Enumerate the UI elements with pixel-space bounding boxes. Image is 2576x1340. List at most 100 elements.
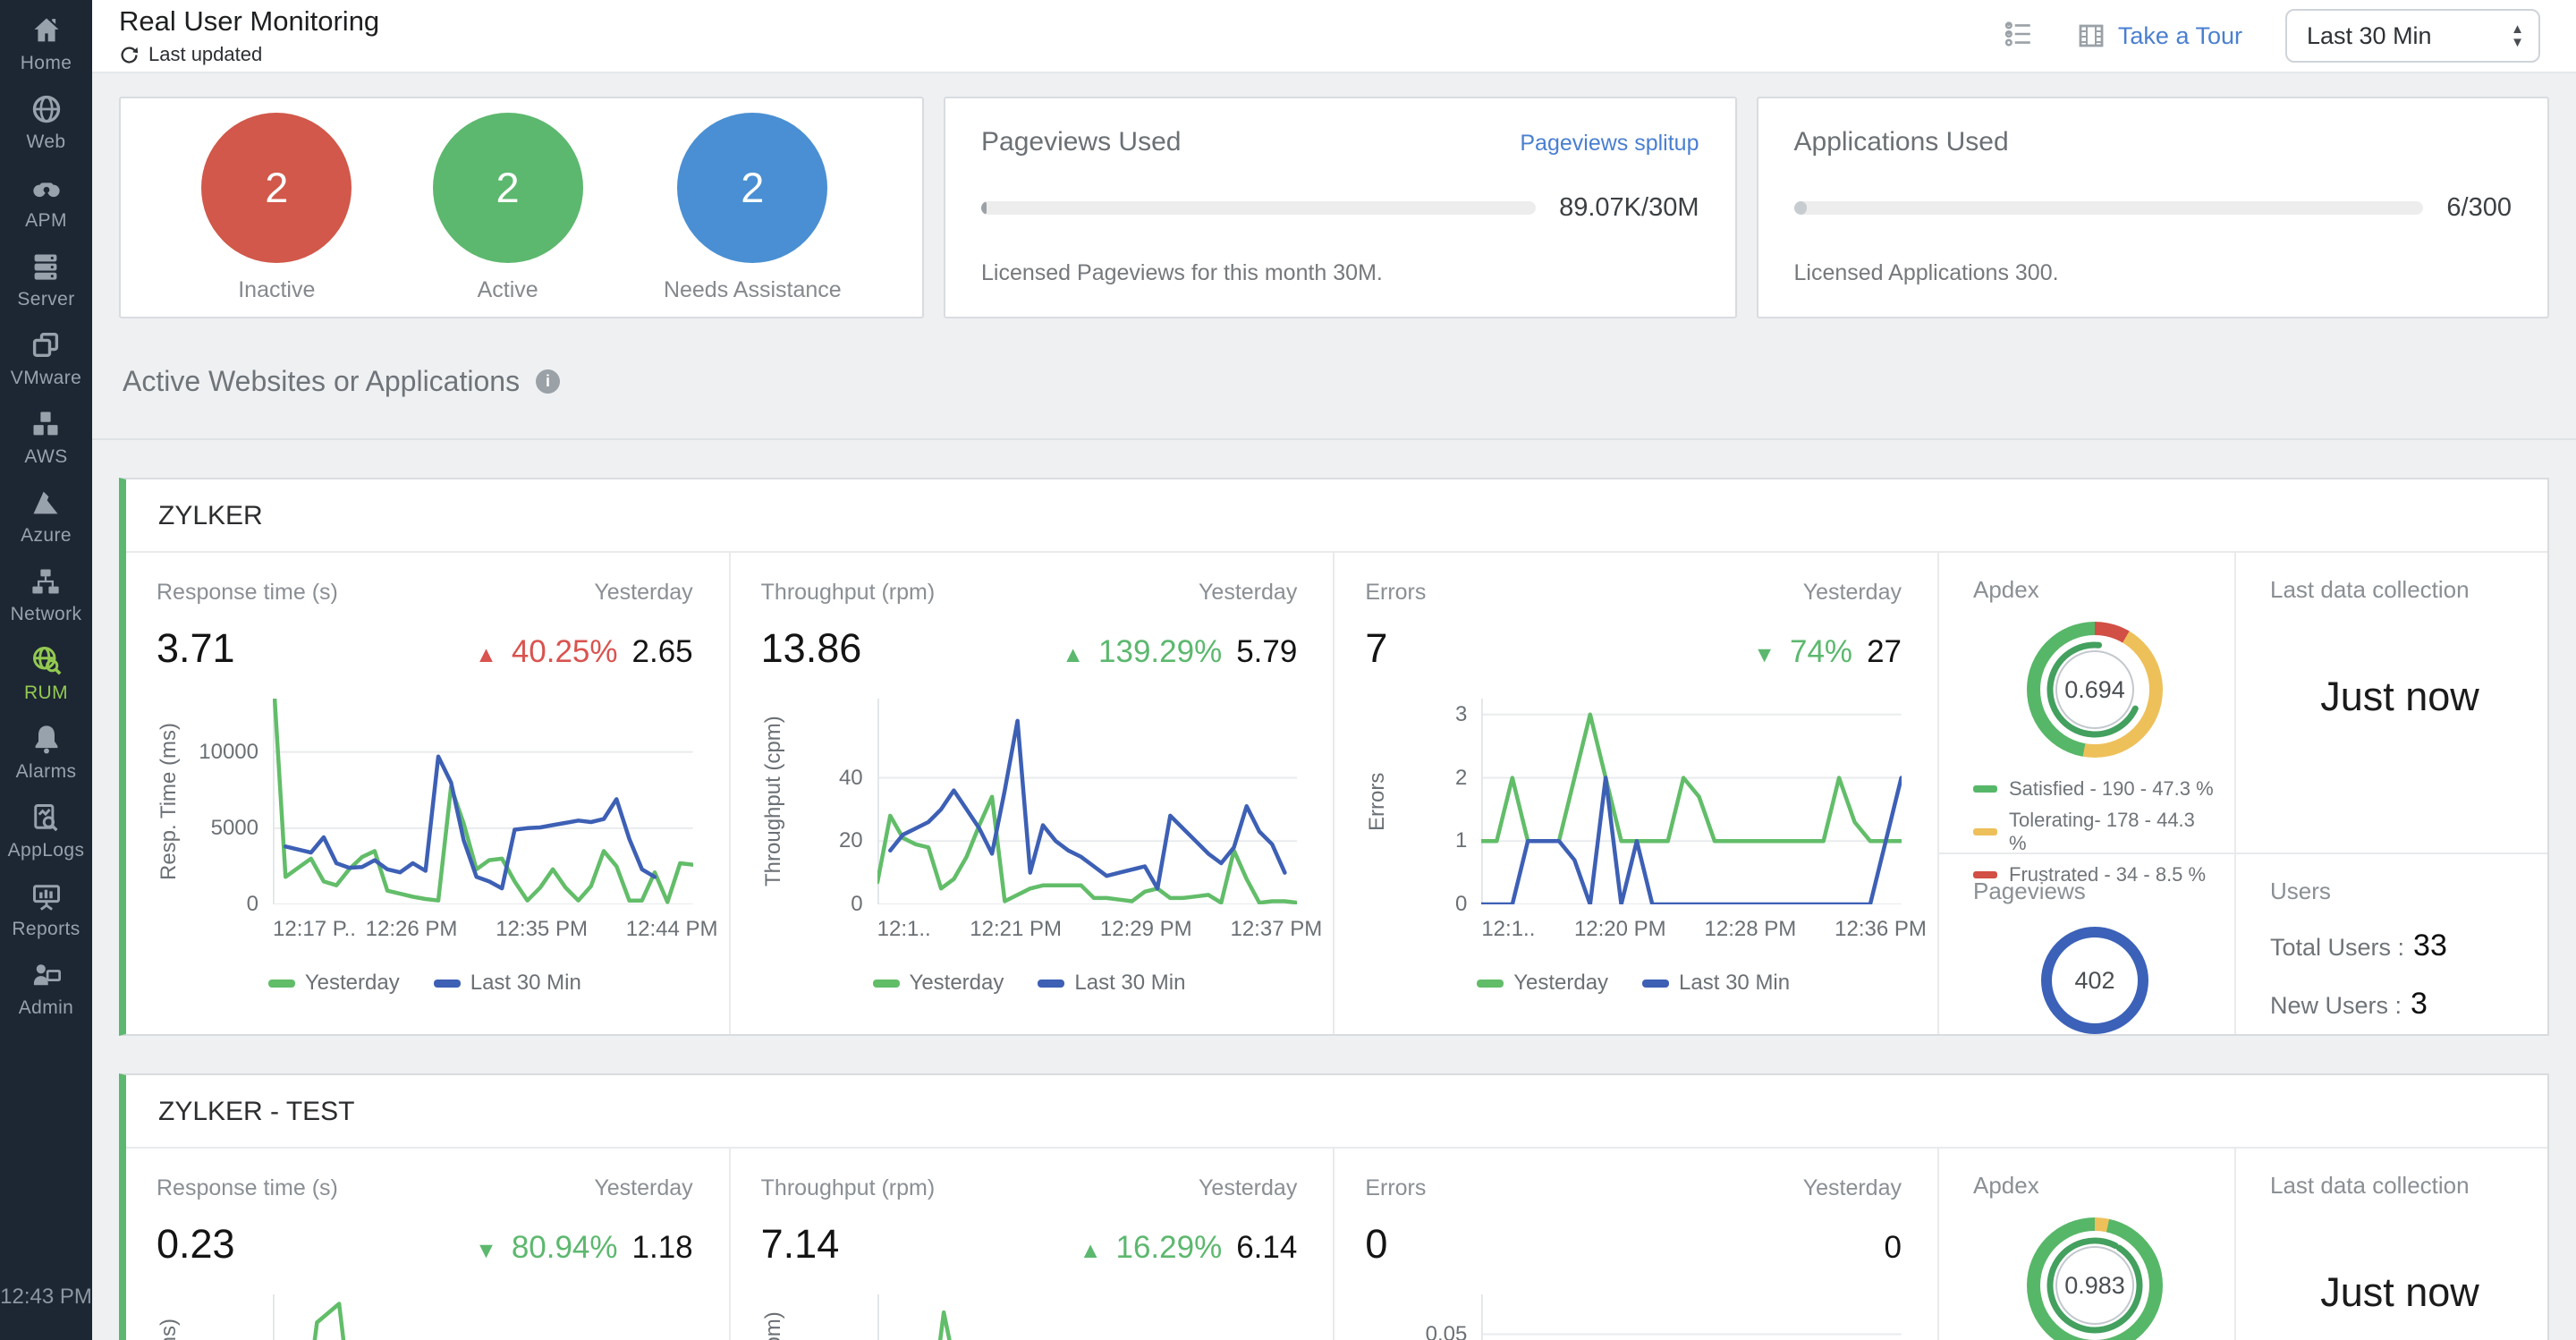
metric-throughput: Throughput (rpm) Yesterday 13.86 ▲ 139.2… (731, 553, 1335, 1034)
metric-label: Throughput (rpm) (760, 1175, 936, 1200)
legend-item: Last 30 Min (1642, 971, 1790, 996)
apdex-legend-tolerating: Tolerating- 178 - 44.3 % (1973, 809, 2216, 855)
period-label: Yesterday (1199, 1175, 1298, 1200)
compare-value: 27 (1867, 634, 1902, 669)
delta-percent: 74% (1790, 634, 1853, 669)
errors-chart: Errors 0 1 2 3 12:1.. 12:20 PM 12:28 PM 12:36 PM (1365, 699, 1927, 949)
needs-assistance-count-circle: 2 (677, 112, 828, 263)
applogs-icon (34, 804, 59, 832)
aws-icon (33, 411, 58, 436)
sidebar-item-apm[interactable]: APM (25, 172, 67, 232)
sidebar-item-azure[interactable]: Azure (21, 487, 72, 547)
pageviews-ring: 402 (2041, 927, 2148, 1034)
metric-throughput: Throughput (rpm) Yesterday 7.14 ▲ 16.29%… (731, 1149, 1335, 1340)
y-axis-label: Throughput (cpm) (760, 716, 785, 887)
admin-icon (33, 964, 61, 986)
sidebar-item-reports[interactable]: Reports (12, 880, 80, 940)
legend-item: Last 30 Min (433, 971, 581, 996)
site-card-zylker-test: ZYLKER - TEST Response time (s) Yesterda… (119, 1073, 2549, 1340)
throughput-chart: Throughput (cpm) 0 20 40 12:1.. 12:21 PM 12:29… (760, 699, 1322, 949)
y-axis-label: Errors (1365, 772, 1390, 831)
throughput-chart: Throughput (cpm) (761, 1294, 1298, 1340)
time-range-select[interactable]: Last 30 Min ▲ ▼ (2285, 9, 2540, 63)
pageviews-used-title: Pageviews Used (981, 127, 1182, 157)
chart-legend: Yesterday Last 30 Min (1365, 971, 1902, 996)
metric-errors: Errors Yesterday 7 ▼ 74% 27 Errors 0 1 2 3 12… (1335, 553, 1939, 1034)
web-globe-icon (32, 95, 60, 123)
sidebar-item-rum[interactable]: RUM (24, 644, 68, 704)
y-axis-label: Resp. Time (ms) (157, 1294, 187, 1340)
line-chart-plot (273, 699, 693, 904)
apdex-legend-satisfied: Satisfied - 190 - 47.3 % (1973, 777, 2216, 801)
apdex-donut: 0.694 (2027, 622, 2163, 758)
applications-license-note: Licensed Applications 300. (1793, 260, 2059, 285)
metric-label: Response time (s) (157, 1175, 338, 1200)
y-axis-label: Errors (1365, 1294, 1395, 1340)
status-inactive[interactable]: 2 Inactive (201, 112, 352, 303)
site-name[interactable]: ZYLKER (158, 501, 2515, 531)
vmware-icon (33, 332, 59, 357)
sidebar-item-vmware[interactable]: VMware (11, 329, 81, 389)
pageviews-license-note: Licensed Pageviews for this month 30M. (981, 260, 1383, 285)
page-title: Real User Monitoring (119, 5, 380, 37)
line-chart-plot (877, 699, 1298, 904)
compare-value: 2.65 (631, 634, 693, 669)
legend-item: Yesterday (1477, 971, 1608, 996)
response-time-chart: Resp. Time (ms)1500 (157, 1294, 693, 1340)
sidebar-item-alarms[interactable]: Alarms (16, 723, 77, 783)
azure-icon (33, 491, 58, 514)
pageviews-splitup-link[interactable]: Pageviews splitup (1520, 131, 1699, 157)
monitor-status-card: 2 Inactive 2 Active 2 Needs Assistance (119, 97, 924, 318)
metric-response-time: Response time (s) Yesterday 3.71 ▲ 40.25… (126, 553, 731, 1034)
status-active[interactable]: 2 Active (432, 112, 583, 303)
legend-item: Yesterday (267, 971, 400, 996)
legend-item: Yesterday (872, 971, 1004, 996)
line-chart-plot (1481, 699, 1902, 904)
sidebar-item-aws[interactable]: AWS (24, 408, 67, 468)
chart-legend: Yesterday Last 30 Min (157, 971, 693, 996)
sidebar-item-applogs[interactable]: AppLogs (8, 801, 85, 861)
refresh-icon[interactable] (119, 45, 140, 65)
select-arrows-icon: ▲ ▼ (2511, 21, 2524, 50)
sidebar-item-server[interactable]: Server (17, 250, 74, 310)
period-label: Yesterday (1199, 580, 1298, 605)
metric-value: 0 (1365, 1221, 1388, 1267)
y-axis-ticks: 0123 (1454, 701, 1468, 916)
sidebar-item-home[interactable]: Home (21, 14, 72, 74)
metric-label: Errors (1365, 580, 1427, 605)
apm-binoculars-icon (32, 182, 60, 198)
sidebar-item-network[interactable]: Network (11, 565, 82, 625)
legend-item: Last 30 Min (1038, 971, 1185, 996)
applications-usage-value: 6/300 (2446, 193, 2512, 222)
compare-value: 5.79 (1236, 634, 1298, 669)
take-a-tour-link[interactable]: Take a Tour (2077, 21, 2242, 50)
status-needs-assistance[interactable]: 2 Needs Assistance (664, 112, 842, 303)
y-axis-ticks (792, 1294, 877, 1340)
line-chart-plot (273, 1294, 693, 1340)
info-icon[interactable]: i (536, 369, 561, 394)
apdex-label: Apdex (1973, 1172, 2039, 1199)
chart-legend: Yesterday Last 30 Min (761, 971, 1298, 996)
task-list-icon[interactable] (2004, 19, 2034, 54)
delta-triangle-icon: ▼ (1753, 642, 1775, 667)
period-label: Yesterday (594, 580, 693, 605)
period-label: Yesterday (594, 1175, 693, 1200)
last-collection-value: Just now (2320, 674, 2479, 719)
compare-value: 0 (1884, 1230, 1902, 1265)
sidebar-clock: 12:43 PM (0, 1285, 92, 1309)
time-range-value: Last 30 Min (2307, 21, 2432, 49)
metric-value: 7.14 (760, 1221, 840, 1267)
sidebar-item-web[interactable]: Web (27, 93, 66, 153)
compare-value: 1.18 (631, 1230, 693, 1265)
delta-percent: 139.29% (1098, 634, 1223, 669)
line-chart-plot (1481, 1294, 1902, 1340)
alarms-bell-icon (35, 725, 57, 754)
section-divider (92, 438, 2576, 440)
site-name[interactable]: ZYLKER - TEST (158, 1097, 2515, 1127)
period-label: Yesterday (1802, 1175, 1902, 1200)
sidebar-item-admin[interactable]: Admin (19, 959, 74, 1019)
content: 2 Inactive 2 Active 2 Needs Assistance P… (92, 73, 2576, 1340)
x-axis-ticks: 12:17 P.. 12:26 PM 12:35 PM 12:44 PM (273, 917, 718, 941)
y-axis-label: Resp. Time (ms) (157, 723, 181, 881)
metric-response-time: Response time (s) Yesterday 0.23 ▼ 80.94… (126, 1149, 731, 1340)
